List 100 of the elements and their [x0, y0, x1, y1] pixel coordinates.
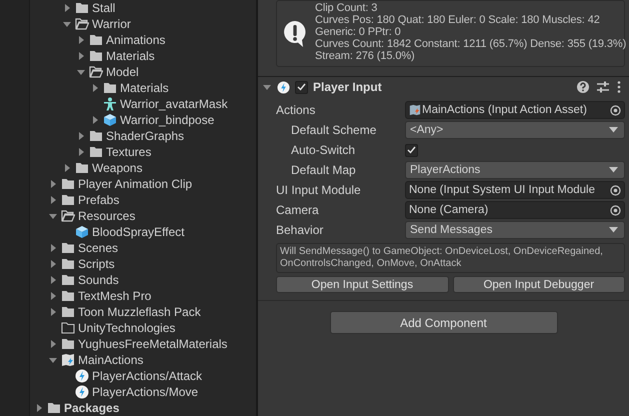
folder-icon: [61, 178, 75, 190]
folder-icon: [89, 130, 103, 142]
object-field[interactable]: None (Input System UI Input Module: [405, 181, 625, 199]
map-lightning-icon: [61, 353, 75, 367]
collapsed-arrow-icon[interactable]: [48, 179, 58, 189]
collapsed-arrow-icon[interactable]: [90, 83, 100, 93]
component-title: Player Input: [313, 80, 382, 94]
sliders-icon[interactable]: [597, 81, 609, 93]
tree-item-label[interactable]: Warrior_bindpose: [120, 113, 214, 127]
tree-item-label[interactable]: Prefabs: [78, 193, 120, 207]
cube-icon: [75, 225, 89, 239]
tree-item-label[interactable]: UnityTechnologies: [78, 321, 176, 335]
dropdown[interactable]: PlayerActions: [405, 161, 625, 179]
expanded-arrow-icon[interactable]: [48, 211, 58, 221]
folder-icon: [103, 82, 117, 94]
expanded-arrow-icon[interactable]: [62, 19, 72, 29]
tree-item-label[interactable]: Animations: [106, 33, 166, 47]
property-label: UI Input Module: [276, 183, 362, 197]
property-label: Camera: [276, 203, 320, 217]
tree-item-label[interactable]: Player Animation Clip: [78, 177, 192, 191]
collapsed-arrow-icon[interactable]: [76, 147, 86, 157]
tree-item-label[interactable]: Scenes: [78, 241, 118, 255]
warning-bubble-icon: [283, 20, 307, 48]
humanoid-figure-icon: [103, 97, 117, 111]
tree-item-label[interactable]: Textures: [106, 145, 152, 159]
folder-icon: [61, 242, 75, 254]
object-picker-icon[interactable]: [610, 204, 621, 216]
collapsed-arrow-icon[interactable]: [34, 403, 44, 413]
tree-item-label[interactable]: Materials: [120, 81, 169, 95]
enable-checkbox[interactable]: [295, 80, 308, 94]
property-label: Auto-Switch: [290, 143, 356, 157]
action-button[interactable]: Open Input Debugger: [452, 276, 625, 293]
tree-item-label[interactable]: Model: [106, 65, 139, 79]
collapsed-arrow-icon[interactable]: [48, 243, 58, 253]
info-text: Curves Pos: 180 Quat: 180 Euler: 0 Scale: 180 Muscles: 42: [315, 14, 601, 26]
tree-item-label[interactable]: Packages: [64, 401, 120, 415]
open-folder-icon: [89, 66, 103, 78]
tree-item-label[interactable]: Warrior_avatarMask: [120, 97, 228, 111]
object-field[interactable]: MainActions (Input Action Asset): [405, 101, 625, 119]
object-field[interactable]: None (Camera): [405, 201, 625, 219]
tree-item-label[interactable]: ShaderGraphs: [106, 129, 184, 143]
info-text: Generic: 0 PPtr: 0: [315, 26, 402, 38]
more-options-icon[interactable]: [617, 81, 621, 93]
collapsed-arrow-icon[interactable]: [62, 163, 72, 173]
lightning-circle-icon: [75, 385, 89, 399]
collapsed-arrow-icon[interactable]: [76, 51, 86, 61]
help-message: Will SendMessage() to GameObject: OnDeviceLost, OnDeviceRegained, OnControlsChanged, OnMove, OnAttack: [276, 243, 625, 273]
property-label: Actions: [276, 103, 316, 117]
add-component-button[interactable]: Add Component: [330, 311, 558, 334]
collapsed-arrow-icon[interactable]: [62, 3, 72, 13]
expanded-arrow-icon[interactable]: [262, 82, 272, 92]
collapsed-arrow-icon[interactable]: [48, 339, 58, 349]
tree-item-label[interactable]: TextMesh Pro: [78, 289, 152, 303]
dropdown[interactable]: <Any>: [405, 121, 625, 139]
dropdown[interactable]: Send Messages: [405, 221, 625, 239]
tree-item-label[interactable]: Materials: [106, 49, 155, 63]
help-icon[interactable]: [577, 81, 589, 93]
folder-icon: [61, 290, 75, 302]
collapsed-arrow-icon[interactable]: [48, 291, 58, 301]
tree-item-label[interactable]: PlayerActions/Attack: [92, 369, 202, 383]
folder-icon: [89, 50, 103, 62]
object-picker-icon[interactable]: [610, 184, 621, 196]
cube-icon: [103, 113, 117, 127]
folder-icon: [61, 306, 75, 318]
tree-item-label[interactable]: Stall: [92, 1, 116, 15]
collapsed-arrow-icon[interactable]: [48, 195, 58, 205]
tree-item-label[interactable]: PlayerActions/Move: [92, 385, 198, 399]
tree-item-label[interactable]: MainActions: [78, 353, 144, 367]
map-lightning-icon: [409, 104, 421, 116]
expanded-arrow-icon[interactable]: [48, 355, 58, 365]
open-folder-icon: [75, 18, 89, 30]
collapsed-arrow-icon[interactable]: [90, 115, 100, 125]
tree-item-label[interactable]: YughuesFreeMetalMaterials: [78, 337, 228, 351]
info-text: Clip Count: 3: [315, 2, 378, 14]
tree-item-label[interactable]: Toon Muzzleflash Pack: [78, 305, 201, 319]
object-picker-icon[interactable]: [610, 104, 621, 116]
folder-icon: [61, 258, 75, 270]
info-text: Curves Count: 1842 Constant: 1211 (65.7%) Dense: 355 (19.3%): [315, 38, 626, 50]
tree-item-label[interactable]: Sounds: [78, 273, 119, 287]
lightning-circle-icon: [277, 80, 290, 94]
tree-item-label[interactable]: Warrior: [92, 17, 131, 31]
tree-item-label[interactable]: BloodSprayEffect: [92, 225, 185, 239]
property-label: Behavior: [276, 223, 324, 237]
tree-item-label[interactable]: Scripts: [78, 257, 115, 271]
checkbox[interactable]: [405, 144, 418, 156]
folder-icon: [75, 162, 89, 174]
collapsed-arrow-icon[interactable]: [48, 259, 58, 269]
action-button[interactable]: Open Input Settings: [276, 276, 448, 293]
folder-icon: [61, 274, 75, 286]
lightning-circle-icon: [75, 369, 89, 383]
tree-item-label[interactable]: Resources: [78, 209, 136, 223]
folder-icon: [61, 338, 75, 350]
collapsed-arrow-icon[interactable]: [48, 275, 58, 285]
folder-icon: [89, 146, 103, 158]
collapsed-arrow-icon[interactable]: [48, 307, 58, 317]
collapsed-arrow-icon[interactable]: [76, 131, 86, 141]
expanded-arrow-icon[interactable]: [76, 67, 86, 77]
collapsed-arrow-icon[interactable]: [76, 35, 86, 45]
tree-item-label[interactable]: Weapons: [92, 161, 142, 175]
folder-icon: [61, 194, 75, 206]
